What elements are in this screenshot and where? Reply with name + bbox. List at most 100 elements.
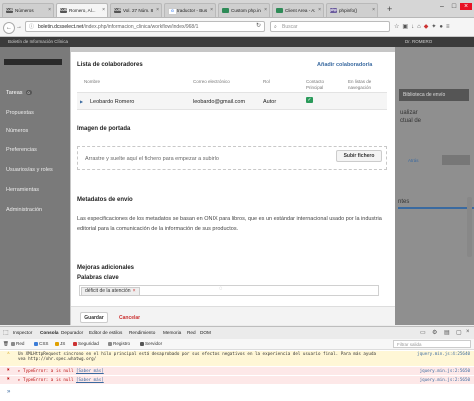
devtools-tab-style-editor[interactable]: Editor de estilos: [89, 330, 122, 335]
settings-icon[interactable]: ⚙: [432, 329, 437, 336]
devtools-tab-dom[interactable]: DOM: [200, 330, 211, 335]
search-icon: ⌕: [274, 24, 277, 30]
console-source-link[interactable]: jquery.min.js:4:25640: [417, 351, 470, 356]
add-collaborator-link[interactable]: Añadir colaborador/a: [317, 62, 372, 68]
filter-logging[interactable]: Registro: [108, 340, 130, 348]
console-filter-input[interactable]: Filtrar salida: [393, 340, 471, 348]
search-input[interactable]: ⌕ Buscar: [270, 21, 390, 32]
browser-tab-active[interactable]: OJS Romero, Al... ×: [56, 3, 108, 17]
sidebar-item-preferencias[interactable]: Preferencias: [6, 147, 37, 153]
tab-label: Romero, Al...: [69, 8, 96, 13]
contributor-email: leobardo@gmail.com: [193, 99, 246, 105]
keyword-tag[interactable]: déficit de la atención ×: [81, 287, 140, 296]
sidebar-item-administracion[interactable]: Administración: [6, 207, 42, 213]
dropzone-text: Arrastre y suelte aquí el fichero para e…: [85, 156, 219, 162]
tab-favicon-icon: OJS: [60, 8, 68, 13]
loading-spinner-icon: ◌: [219, 286, 223, 292]
extension-icon[interactable]: ●: [439, 24, 446, 30]
sidebar-item-usuarios[interactable]: Usuarios/as y roles: [6, 167, 53, 173]
close-icon[interactable]: ×: [264, 7, 267, 13]
close-icon[interactable]: ×: [156, 7, 159, 13]
task-count-badge: 0: [25, 90, 32, 95]
close-window-icon[interactable]: ×: [460, 3, 472, 10]
sidebar: Tareas 0 Propuestas Números Preferencias …: [0, 47, 70, 325]
pick-element-icon[interactable]: ⬚: [3, 329, 9, 336]
sidebar-item-numeros[interactable]: Números: [6, 128, 28, 134]
security-swatch: [73, 341, 77, 346]
site-name[interactable]: Boletín de Información Clínica: [8, 39, 68, 44]
console-source-link[interactable]: jquery.min.js:2:5650: [420, 367, 470, 375]
browser-tab[interactable]: OJS Números ×: [2, 3, 54, 17]
save-button[interactable]: Guardar: [80, 312, 108, 323]
checkmark-icon: ✓: [306, 97, 313, 103]
submission-library-button[interactable]: Biblioteca de envío: [399, 89, 469, 101]
address-bar[interactable]: ⓘ boletin.dcsselect.net/index.php/informa…: [25, 21, 265, 32]
page-scrollbar[interactable]: [467, 197, 472, 257]
filter-js[interactable]: JS: [55, 340, 65, 348]
filter-server[interactable]: Servidor: [140, 340, 162, 348]
metadata-title: Metadatos de envío: [77, 197, 133, 203]
maximize-icon[interactable]: □: [448, 3, 460, 10]
menu-icon[interactable]: ≡: [446, 24, 453, 30]
console-filter-bar: 🗑 Red CSS JS Seguridad Registro Servidor…: [0, 339, 474, 350]
devtools-tab-console[interactable]: Consola: [40, 330, 59, 335]
upload-file-button[interactable]: Subir fichero: [336, 150, 382, 162]
reload-icon[interactable]: ↻: [256, 22, 261, 29]
filter-label: CSS: [39, 341, 49, 346]
filter-css[interactable]: CSS: [34, 340, 48, 348]
browser-tab[interactable]: php phpinfo() ×: [326, 3, 378, 17]
browser-tab[interactable]: G traductor - Bus... ×: [164, 3, 216, 17]
forward-arrow-icon[interactable]: →: [14, 22, 24, 32]
expand-arrow-icon[interactable]: ▶: [80, 99, 83, 104]
close-icon[interactable]: ×: [210, 7, 213, 13]
split-console-icon[interactable]: ▭: [420, 329, 426, 336]
logging-swatch: [108, 341, 112, 346]
back-link[interactable]: Atrás: [408, 158, 419, 163]
new-tab-button[interactable]: +: [387, 5, 392, 14]
console-output: ⚠ Un XMLHttpRequest síncrono en el hilo …: [0, 350, 474, 401]
close-icon[interactable]: ×: [372, 7, 375, 13]
right-panel-button[interactable]: [442, 155, 470, 165]
devtools-tab-performance[interactable]: Rendimiento: [129, 330, 155, 335]
learn-more-link[interactable]: [Saber más]: [76, 377, 104, 382]
console-input-prompt[interactable]: »: [7, 389, 10, 395]
console-source-link[interactable]: jquery.min.js:2:5650: [420, 376, 470, 384]
filter-security[interactable]: Seguridad: [73, 340, 99, 348]
tab-label: Vol. 27 Núm. 8 (...: [123, 8, 153, 13]
keywords-label: Palabras clave: [77, 275, 119, 281]
tab-label: Client Area - A2...: [285, 8, 315, 13]
user-menu[interactable]: Dr. ROMERO: [405, 39, 432, 44]
home-icon[interactable]: ⌂: [417, 24, 424, 30]
sidebar-item-herramientas[interactable]: Herramientas: [6, 187, 39, 193]
filter-label: Seguridad: [78, 341, 99, 346]
refinements-title: Mejoras adicionales: [77, 265, 135, 271]
google-icon: G: [168, 8, 177, 15]
console-error[interactable]: ✖ ▸ TypeError: a is null [Saber más] jqu…: [0, 367, 474, 375]
devtools-tab-inspector[interactable]: Inspector: [13, 330, 32, 335]
devtools-tab-memory[interactable]: Memoria: [163, 330, 181, 335]
learn-more-link[interactable]: [Saber más]: [76, 368, 104, 373]
filter-net[interactable]: Red: [11, 340, 24, 348]
minimize-icon[interactable]: –: [436, 3, 448, 10]
window-controls: – □ ×: [436, 3, 472, 10]
cancel-link[interactable]: Cancelar: [119, 315, 140, 321]
remove-tag-icon[interactable]: ×: [133, 288, 136, 294]
browser-tab[interactable]: Client Area - A2... ×: [272, 3, 324, 17]
console-error[interactable]: ✖ ▸ TypeError: a is null [Saber más] jqu…: [0, 376, 474, 384]
console-warning[interactable]: ⚠ Un XMLHttpRequest síncrono en el hilo …: [0, 351, 474, 366]
console-message-text: Un XMLHttpRequest síncrono en el hilo pr…: [18, 351, 376, 361]
undock-icon[interactable]: ▢: [456, 329, 462, 336]
browser-tab[interactable]: Custom php.ini... ×: [218, 3, 270, 17]
devtools-tab-debugger[interactable]: Depurador: [61, 330, 83, 335]
sidebar-item-tareas[interactable]: Tareas 0: [6, 90, 32, 96]
close-devtools-icon[interactable]: ×: [466, 329, 470, 335]
sidebar-item-propuestas[interactable]: Propuestas: [6, 110, 34, 116]
browser-tab[interactable]: OJS Vol. 27 Núm. 8 (... ×: [110, 3, 162, 17]
clipboard-icon[interactable]: ▣: [402, 24, 411, 30]
trash-icon[interactable]: 🗑: [3, 340, 9, 348]
close-icon[interactable]: ×: [318, 7, 321, 13]
devtools-tab-network[interactable]: Red: [187, 330, 196, 335]
close-icon[interactable]: ×: [102, 7, 105, 13]
close-icon[interactable]: ×: [48, 7, 51, 13]
dock-icon[interactable]: ▤: [444, 329, 450, 336]
